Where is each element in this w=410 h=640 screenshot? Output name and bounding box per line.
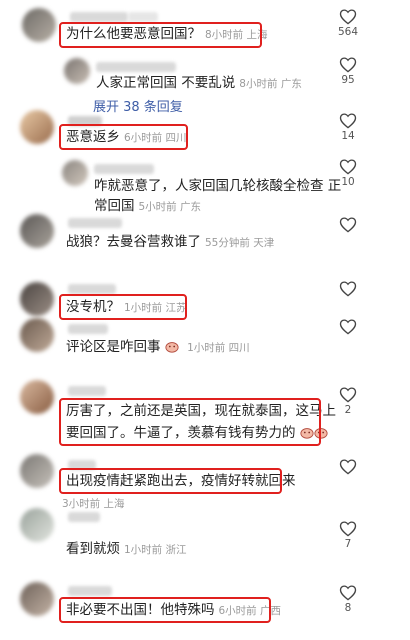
- heart-icon: [339, 387, 357, 403]
- avatar[interactable]: [20, 110, 54, 144]
- expand-replies-link[interactable]: 展开 38 条回复: [93, 96, 183, 115]
- like-count: 7: [344, 538, 352, 550]
- heart-icon: [339, 521, 357, 537]
- like-count: 14: [341, 130, 355, 142]
- like-count: 95: [341, 74, 355, 86]
- avatar[interactable]: [20, 582, 54, 616]
- heart-icon: [339, 217, 357, 233]
- heart-icon: [339, 281, 357, 297]
- username[interactable]: [68, 386, 106, 396]
- reply-text: 人家正常回国 不要乱说 8小时前 广东: [96, 75, 302, 91]
- username[interactable]: [68, 324, 108, 334]
- avatar[interactable]: [20, 508, 54, 542]
- reply-text: 咋就恶意了，人家回国几轮核酸全检查 正: [94, 178, 342, 194]
- like-count: 564: [337, 26, 359, 38]
- like-button[interactable]: 564: [333, 8, 363, 38]
- like-button[interactable]: 7: [333, 520, 363, 550]
- username[interactable]: [68, 586, 112, 596]
- username[interactable]: [96, 62, 176, 72]
- highlight-box: [59, 294, 187, 320]
- highlight-box: [59, 398, 321, 446]
- reply-text: 常回国 5小时前 广东: [94, 198, 202, 214]
- avatar[interactable]: [62, 160, 88, 186]
- comment-text: 评论区是咋回事 1小时前 四川: [66, 339, 250, 355]
- username[interactable]: [128, 12, 158, 22]
- heart-icon: [339, 57, 357, 73]
- avatar[interactable]: [20, 318, 54, 352]
- like-button[interactable]: [333, 458, 363, 475]
- like-count: 2: [344, 404, 352, 416]
- username[interactable]: [94, 164, 154, 174]
- avatar[interactable]: [20, 282, 54, 316]
- username[interactable]: [68, 218, 122, 228]
- avatar[interactable]: [20, 380, 54, 414]
- comment-text: 看到就烦 1小时前 浙江: [66, 541, 187, 557]
- like-button[interactable]: 95: [333, 56, 363, 86]
- avatar[interactable]: [20, 214, 54, 248]
- like-button[interactable]: [333, 280, 363, 297]
- heart-icon: [339, 585, 357, 601]
- comment-meta: 3小时前 上海: [62, 498, 125, 510]
- avatar[interactable]: [64, 58, 90, 84]
- like-button[interactable]: [333, 318, 363, 335]
- username[interactable]: [68, 284, 116, 294]
- heart-icon: [339, 459, 357, 475]
- heart-icon: [339, 9, 357, 25]
- heart-icon: [339, 319, 357, 335]
- highlight-box: [59, 597, 271, 623]
- like-count: 10: [341, 176, 355, 188]
- avatar[interactable]: [20, 454, 54, 488]
- username[interactable]: [68, 512, 100, 522]
- like-button[interactable]: 8: [333, 584, 363, 614]
- heart-icon: [339, 159, 357, 175]
- comment-text: 战狼？去曼谷营救谁了 55分钟前 天津: [66, 234, 275, 250]
- heart-icon: [339, 113, 357, 129]
- like-button[interactable]: 10: [333, 158, 363, 188]
- like-button[interactable]: 14: [333, 112, 363, 142]
- like-button[interactable]: 2: [333, 386, 363, 416]
- like-count: 8: [344, 602, 352, 614]
- avatar[interactable]: [22, 8, 56, 42]
- highlight-box: [59, 468, 282, 494]
- like-button[interactable]: [333, 216, 363, 233]
- username[interactable]: [70, 12, 128, 22]
- highlight-box: [59, 124, 188, 150]
- emoji-icon: [165, 342, 179, 353]
- highlight-box: [59, 22, 262, 48]
